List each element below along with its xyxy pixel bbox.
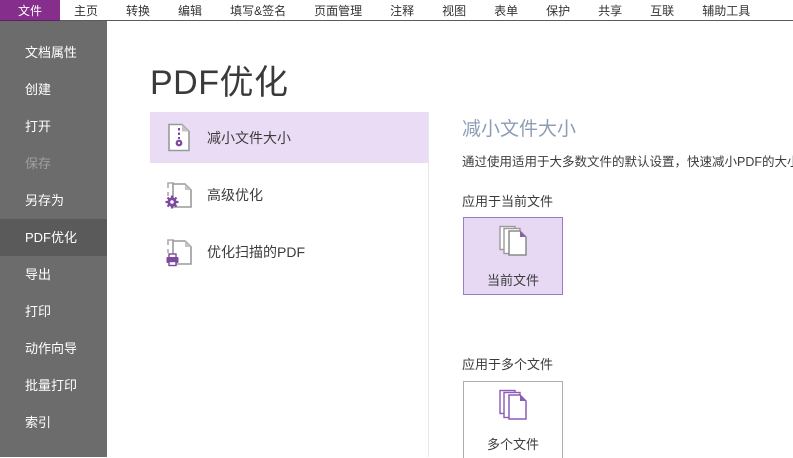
gear-file-icon [165,180,193,210]
compress-file-icon [165,123,193,153]
current-file-button-label: 当前文件 [487,270,539,289]
menu-item-view[interactable]: 视图 [428,0,480,20]
menu-item-edit[interactable]: 编辑 [164,0,216,20]
page-title: PDF优化 [150,55,289,104]
apply-multiple-files-label: 应用于多个文件 [462,354,553,373]
option-optimize-scanned-pdf[interactable]: 优化扫描的PDF [150,226,428,277]
file-backstage: 文档属性 创建 打开 保存 另存为 PDF优化 导出 打印 动作向导 批量打印 … [0,21,793,457]
pdf-optimize-page: PDF优化 减小文件大小 [107,21,793,457]
menu-item-protect[interactable]: 保护 [532,0,584,20]
multiple-files-button-label: 多个文件 [487,434,539,453]
menu-tab-file[interactable]: 文件 [0,0,60,21]
menu-item-home[interactable]: 主页 [60,0,112,20]
option-advanced-optimization[interactable]: 高级优化 [150,169,428,220]
current-file-button[interactable]: 当前文件 [463,217,563,295]
menu-item-share[interactable]: 共享 [584,0,636,20]
sidebar-item-action-wizard[interactable]: 动作向导 [0,330,107,367]
menu-item-connect[interactable]: 互联 [636,0,688,20]
sidebar-item-open[interactable]: 打开 [0,108,107,145]
sidebar-item-pdf-optimize[interactable]: PDF优化 [0,219,107,256]
detail-description: 通过使用适用于大多数文件的默认设置，快速减小PDF的大小。 [462,151,793,170]
sidebar-item-save-as[interactable]: 另存为 [0,182,107,219]
sidebar-item-doc-properties[interactable]: 文档属性 [0,34,107,71]
menu-bar: 文件 主页 转换 编辑 填写&签名 页面管理 注释 视图 表单 保护 共享 互联… [0,0,793,21]
menu-item-convert[interactable]: 转换 [112,0,164,20]
sidebar-item-save: 保存 [0,145,107,182]
menu-item-form[interactable]: 表单 [480,0,532,20]
option-label: 高级优化 [207,185,263,205]
sidebar-item-export[interactable]: 导出 [0,256,107,293]
option-label: 优化扫描的PDF [207,242,305,262]
printer-file-icon [165,237,193,267]
option-reduce-file-size[interactable]: 减小文件大小 [150,112,428,163]
apply-current-file-label: 应用于当前文件 [462,191,553,210]
menu-item-page-manage[interactable]: 页面管理 [300,0,376,20]
sidebar-item-print[interactable]: 打印 [0,293,107,330]
stacked-pages-icon [495,224,531,265]
option-label: 减小文件大小 [207,128,291,148]
detail-heading: 减小文件大小 [462,114,576,141]
panel-divider [428,112,429,457]
sidebar-item-index[interactable]: 索引 [0,404,107,441]
optimize-option-list: 减小文件大小 [150,112,428,283]
multiple-files-button[interactable]: 多个文件 [463,381,563,458]
menu-item-accessibility[interactable]: 辅助工具 [688,0,764,20]
sidebar-item-batch-print[interactable]: 批量打印 [0,367,107,404]
sidebar-item-create[interactable]: 创建 [0,71,107,108]
stacked-pages-purple-icon [495,388,531,429]
menu-item-fill-sign[interactable]: 填写&签名 [216,0,300,20]
menu-item-comment[interactable]: 注释 [376,0,428,20]
backstage-sidebar: 文档属性 创建 打开 保存 另存为 PDF优化 导出 打印 动作向导 批量打印 … [0,21,107,457]
